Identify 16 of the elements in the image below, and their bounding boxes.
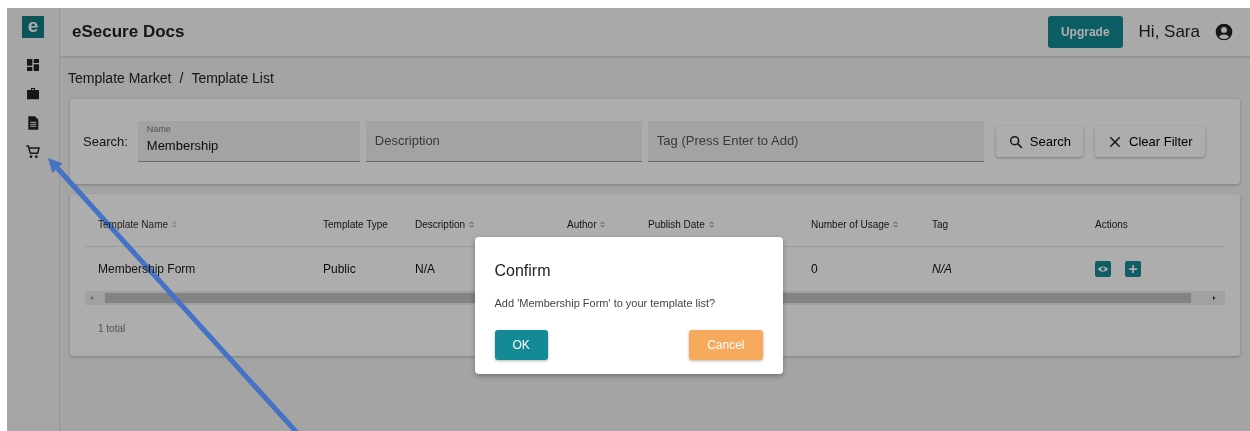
column-header: Template Type — [322, 218, 389, 232]
dialog-message: Add 'Membership Form' to your template list? — [494, 296, 717, 311]
field-label: Name — [146, 125, 172, 134]
column-header: Tag — [931, 218, 950, 232]
greeting: Hi, Sara — [1138, 21, 1200, 44]
breadcrumb-separator: / — [179, 69, 184, 88]
total-count: 1 total — [98, 323, 126, 334]
table-cell-text: N/A — [932, 261, 952, 278]
search-label: Search: — [83, 132, 128, 151]
table-cell-text: Public — [323, 261, 356, 278]
app-title: eSecure Docs — [72, 21, 185, 44]
logo: e — [22, 16, 44, 38]
column-header: Actions — [1094, 218, 1129, 232]
table-cell-text: N/A — [415, 261, 435, 278]
dialog-title: Confirm — [494, 261, 552, 281]
table-cell-text: 0 — [811, 261, 818, 278]
